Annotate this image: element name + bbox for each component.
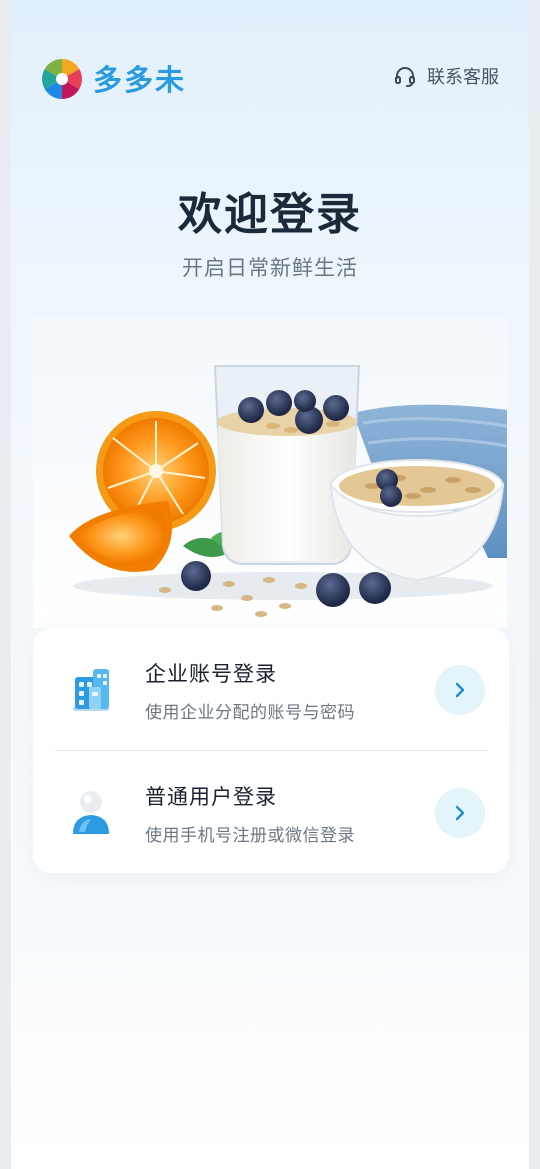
contact-service-button[interactable]: 联系客服 [393, 63, 499, 89]
enterprise-login-arrow-button[interactable] [435, 665, 485, 715]
chevron-right-icon [455, 682, 465, 698]
personal-login-title: 普通用户登录 [145, 785, 277, 809]
user-person-icon [67, 788, 115, 838]
login-options-card: 企业账号登录 使用企业分配的账号与密码 普通用户登录 使用手机号注册或微信登录 [33, 628, 509, 873]
personal-login-option[interactable]: 普通用户登录 使用手机号注册或微信登录 [33, 751, 509, 873]
headset-icon [395, 67, 415, 87]
enterprise-login-option[interactable]: 企业账号登录 使用企业分配的账号与密码 [33, 628, 509, 750]
pinwheel-logo-icon [41, 58, 83, 100]
office-building-icon [67, 663, 115, 713]
personal-login-description: 使用手机号注册或微信登录 [145, 826, 355, 846]
chevron-right-icon [455, 805, 465, 821]
hero-image [33, 318, 507, 628]
enterprise-login-title: 企业账号登录 [145, 662, 277, 686]
brand-name: 多多未 [93, 63, 187, 97]
contact-service-label: 联系客服 [427, 67, 499, 88]
page-subtitle: 开启日常新鲜生活 [182, 256, 358, 280]
enterprise-login-description: 使用企业分配的账号与密码 [145, 703, 355, 723]
personal-login-arrow-button[interactable] [435, 788, 485, 838]
page-title: 欢迎登录 [178, 189, 362, 240]
app-screen: 多多未 联系客服 欢迎登录 开启日常新鲜生活 企业账号登录 使用企业分配的账号与… [11, 0, 529, 1169]
